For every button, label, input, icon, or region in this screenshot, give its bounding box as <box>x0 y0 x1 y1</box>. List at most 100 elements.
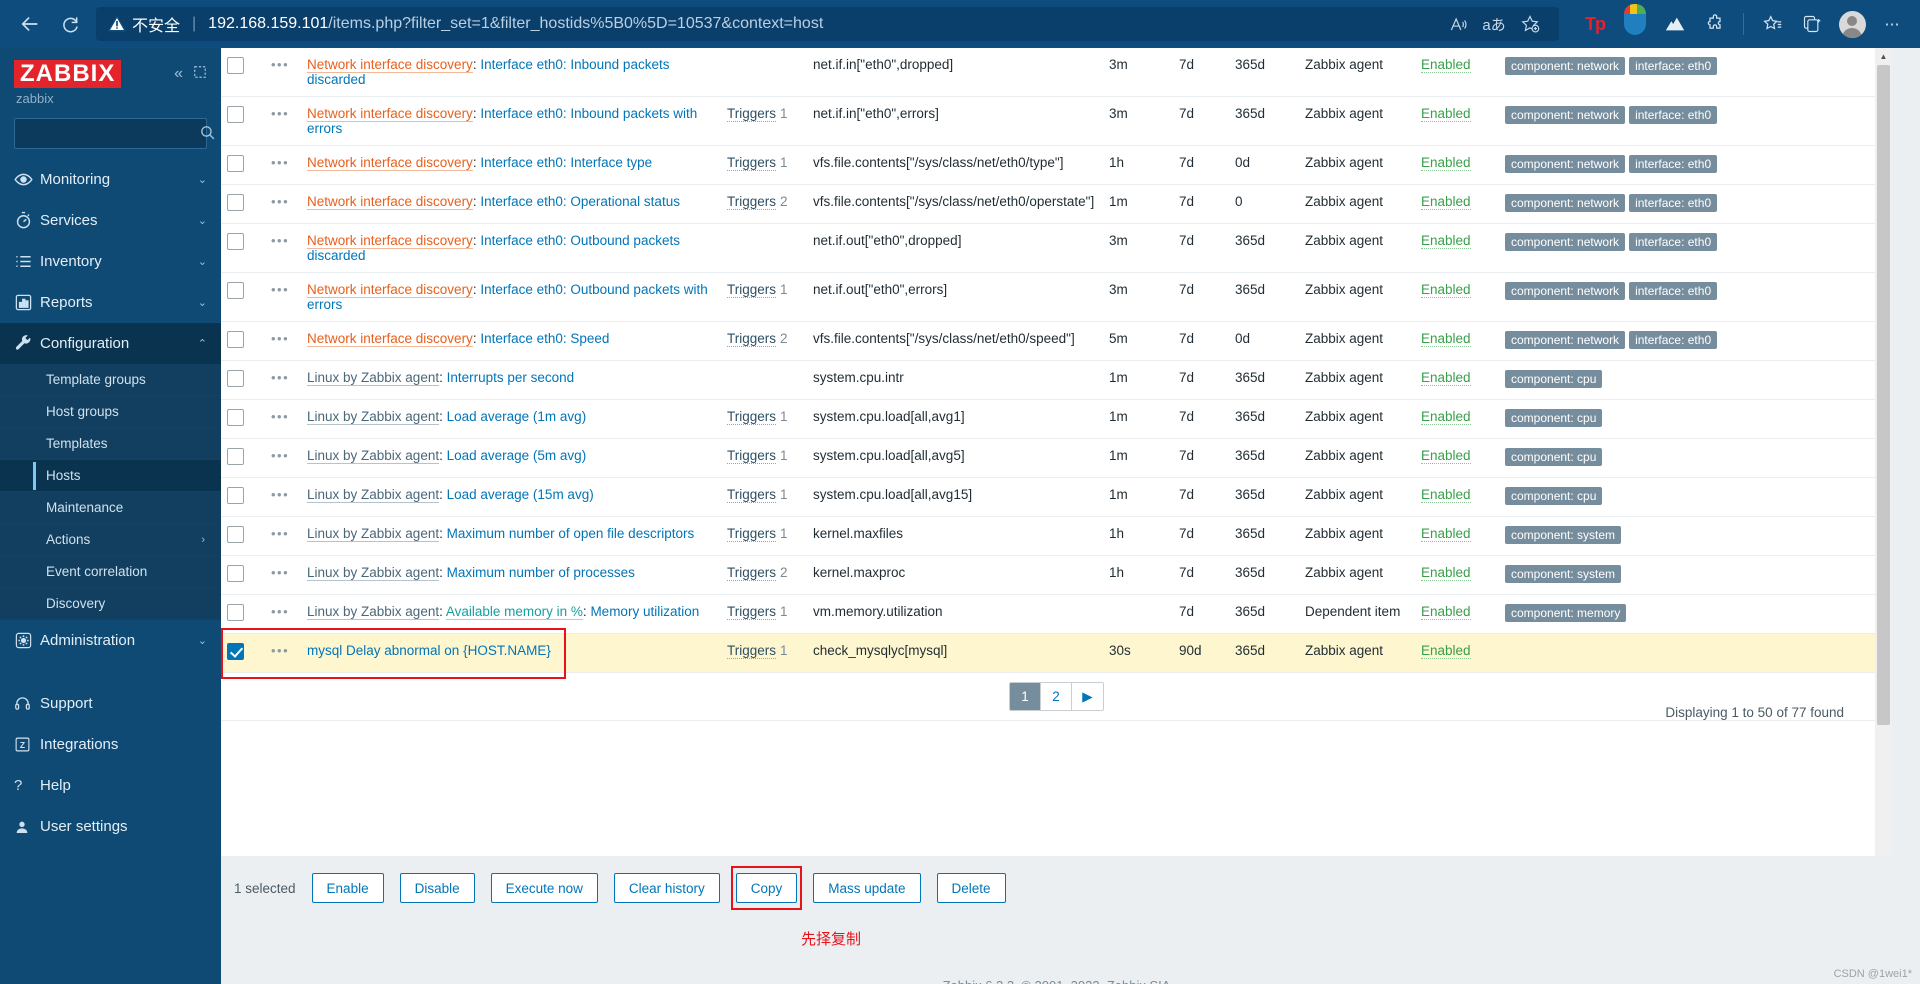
sidebar-item-hosts[interactable]: Hosts <box>0 460 221 493</box>
sidebar-item-discovery[interactable]: Discovery <box>0 588 221 621</box>
item-name-link[interactable]: Interface eth0: Speed <box>480 331 609 346</box>
row-checkbox[interactable] <box>227 194 244 211</box>
template-link[interactable]: Linux by Zabbix agent <box>307 604 440 620</box>
status-badge[interactable]: Enabled <box>1421 331 1471 347</box>
tag-badge[interactable]: component: network <box>1505 331 1626 349</box>
row-context-menu-icon[interactable]: ••• <box>271 643 289 658</box>
row-context-menu-icon[interactable]: ••• <box>271 106 289 121</box>
tag-badge[interactable]: component: network <box>1505 233 1626 251</box>
execute-now-button[interactable]: Execute now <box>490 873 598 903</box>
read-aloud-icon[interactable] <box>1441 7 1475 41</box>
tag-badge[interactable]: component: cpu <box>1505 448 1603 466</box>
row-context-menu-icon[interactable]: ••• <box>271 448 289 463</box>
vertical-scrollbar[interactable]: ▲ <box>1875 48 1892 856</box>
clear-history-button[interactable]: Clear history <box>613 873 720 903</box>
tag-badge[interactable]: component: cpu <box>1505 370 1603 388</box>
row-checkbox[interactable] <box>227 565 244 582</box>
item-name-link[interactable]: Load average (15m avg) <box>447 487 594 502</box>
row-context-menu-icon[interactable]: ••• <box>271 565 289 580</box>
row-checkbox[interactable] <box>227 155 244 172</box>
sidebar-item-reports[interactable]: Reports ⌄ <box>0 282 221 323</box>
address-bar[interactable]: 不安全 | 192.168.159.101/items.php?filter_s… <box>96 7 1559 41</box>
status-badge[interactable]: Enabled <box>1421 643 1471 659</box>
sidebar-item-host-groups[interactable]: Host groups <box>0 396 221 429</box>
template-link[interactable]: Network interface discovery <box>307 233 473 249</box>
row-context-menu-icon[interactable]: ••• <box>271 604 289 619</box>
copy-button[interactable]: Copy <box>735 873 798 903</box>
disable-button[interactable]: Disable <box>399 873 475 903</box>
tag-badge[interactable]: component: cpu <box>1505 409 1603 427</box>
sidebar-item-template-groups[interactable]: Template groups <box>0 364 221 397</box>
table-row[interactable]: ••• Linux by Zabbix agent: Interrupts per… <box>221 360 1892 400</box>
row-context-menu-icon[interactable]: ••• <box>271 487 289 502</box>
row-checkbox[interactable] <box>227 409 244 426</box>
template-link[interactable]: Network interface discovery <box>307 194 473 210</box>
template-link[interactable]: Network interface discovery <box>307 106 473 122</box>
scrollbar-thumb[interactable] <box>1877 65 1890 725</box>
table-row[interactable]: ••• Network interface discovery: Interfac… <box>221 48 1892 97</box>
row-context-menu-icon[interactable]: ••• <box>271 331 289 346</box>
row-checkbox[interactable] <box>227 370 244 387</box>
search-box[interactable] <box>14 118 215 150</box>
status-badge[interactable]: Enabled <box>1421 448 1471 464</box>
item-name-link[interactable]: Maximum number of processes <box>447 565 635 580</box>
tag-badge[interactable]: interface: eth0 <box>1629 57 1718 75</box>
tag-badge[interactable]: component: network <box>1505 155 1626 173</box>
back-arrow-icon[interactable] <box>10 4 50 44</box>
delete-button[interactable]: Delete <box>936 873 1006 903</box>
sidebar-item-inventory[interactable]: Inventory ⌄ <box>0 241 221 282</box>
row-checkbox[interactable] <box>227 331 244 348</box>
item-name-link[interactable]: Load average (5m avg) <box>447 448 587 463</box>
zabbix-logo[interactable]: ZABBIX <box>14 60 122 89</box>
tag-badge[interactable]: component: memory <box>1505 604 1627 622</box>
triggers-link[interactable]: Triggers <box>727 106 777 122</box>
collections-icon[interactable] <box>1754 6 1790 42</box>
triggers-link[interactable]: Triggers <box>727 565 777 581</box>
row-context-menu-icon[interactable]: ••• <box>271 409 289 424</box>
status-badge[interactable]: Enabled <box>1421 155 1471 171</box>
tag-badge[interactable]: interface: eth0 <box>1629 331 1718 349</box>
template-link[interactable]: Network interface discovery <box>307 155 473 171</box>
tag-badge[interactable]: interface: eth0 <box>1629 106 1718 124</box>
translate-icon[interactable]: aあ <box>1477 7 1511 41</box>
sidebar-item-administration[interactable]: Administration ⌄ <box>0 620 221 661</box>
table-row[interactable]: ••• Network interface discovery: Interfac… <box>221 184 1892 224</box>
search-icon[interactable] <box>199 124 216 144</box>
status-badge[interactable]: Enabled <box>1421 409 1471 425</box>
page-2-button[interactable]: 2 <box>1041 683 1072 710</box>
mountain-icon[interactable] <box>1657 6 1693 42</box>
template-link[interactable]: Linux by Zabbix agent <box>307 409 440 425</box>
status-badge[interactable]: Enabled <box>1421 233 1471 249</box>
row-checkbox[interactable] <box>227 526 244 543</box>
table-row[interactable]: ••• Linux by Zabbix agent: Load average (… <box>221 399 1892 439</box>
item-name-link[interactable]: Interface eth0: Interface type <box>480 155 652 170</box>
tag-badge[interactable]: component: network <box>1505 57 1626 75</box>
item-name-link[interactable]: Interface eth0: Operational status <box>480 194 680 209</box>
table-row[interactable]: ••• mysql Delay abnormal on {HOST.NAME} Tr… <box>221 633 1892 673</box>
search-input[interactable] <box>23 126 199 142</box>
tag-badge[interactable]: interface: eth0 <box>1629 194 1718 212</box>
tag-badge[interactable]: component: network <box>1505 282 1626 300</box>
chevron-double-left-icon[interactable]: « <box>174 65 183 83</box>
more-options-icon[interactable]: ⋯ <box>1874 6 1910 42</box>
status-badge[interactable]: Enabled <box>1421 565 1471 581</box>
table-row[interactable]: ••• Linux by Zabbix agent: Load average (… <box>221 477 1892 517</box>
template-link[interactable]: Linux by Zabbix agent <box>307 526 440 542</box>
triggers-link[interactable]: Triggers <box>727 448 777 464</box>
triggers-link[interactable]: Triggers <box>727 155 777 171</box>
tp-extension-icon[interactable]: Tp <box>1577 6 1613 42</box>
sidebar-item-user-settings[interactable]: User settings <box>0 806 221 847</box>
table-row[interactable]: ••• Network interface discovery: Interfac… <box>221 223 1892 273</box>
row-checkbox[interactable] <box>227 487 244 504</box>
sidebar-item-help[interactable]: ? Help <box>0 765 221 806</box>
table-row[interactable]: ••• Network interface discovery: Interfac… <box>221 96 1892 146</box>
tag-badge[interactable]: interface: eth0 <box>1629 233 1718 251</box>
row-checkbox[interactable] <box>227 282 244 299</box>
triggers-link[interactable]: Triggers <box>727 487 777 503</box>
template-link[interactable]: Network interface discovery <box>307 282 473 298</box>
fruit-bowl-icon[interactable] <box>1617 4 1653 42</box>
status-badge[interactable]: Enabled <box>1421 194 1471 210</box>
row-context-menu-icon[interactable]: ••• <box>271 370 289 385</box>
status-badge[interactable]: Enabled <box>1421 57 1471 73</box>
sidebar-item-services[interactable]: Services ⌄ <box>0 200 221 241</box>
